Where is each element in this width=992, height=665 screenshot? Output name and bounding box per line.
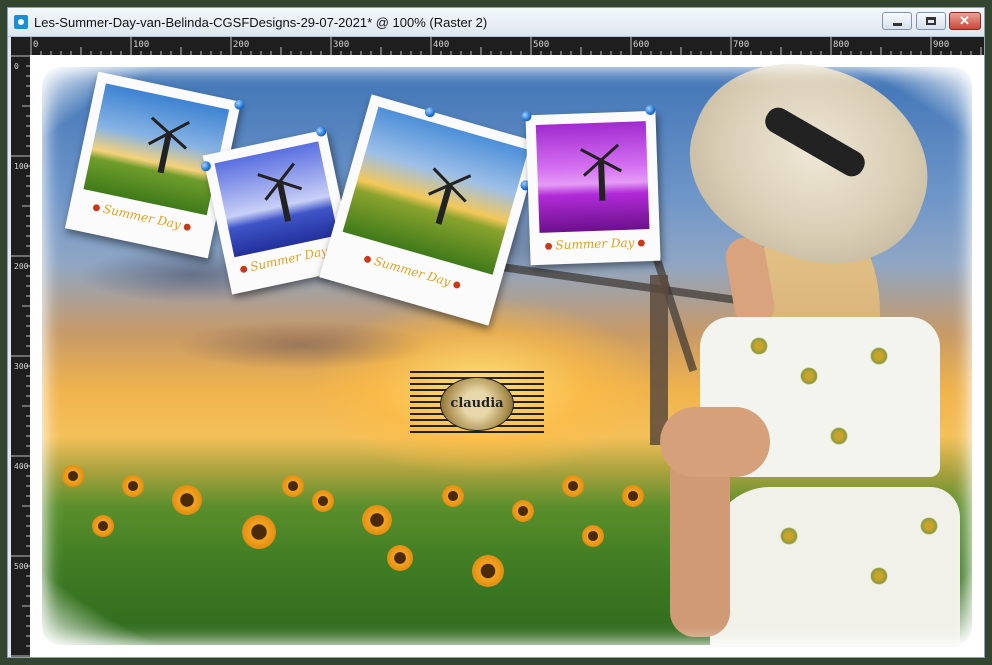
- document-window: Les-Summer-Day-van-Belinda-CGSFDesigns-2…: [7, 7, 985, 658]
- woman-in-straw-hat: [660, 55, 960, 647]
- title-bar[interactable]: Les-Summer-Day-van-Belinda-CGSFDesigns-2…: [8, 8, 984, 37]
- floral-motif: [870, 567, 888, 585]
- ruler-top-label: 400: [433, 40, 449, 50]
- vertical-ruler[interactable]: 0 100 200 300 400 500: [11, 55, 30, 657]
- windmill-icon: [147, 116, 190, 175]
- image-canvas[interactable]: Summer Day Summer Day Summer Day: [30, 55, 984, 657]
- windmill-icon: [580, 143, 623, 201]
- ruler-top-label: 100: [133, 40, 149, 50]
- knee: [660, 407, 770, 477]
- sunflower: [312, 490, 334, 512]
- sunflower: [92, 515, 114, 537]
- watermark-badge: claudia: [440, 377, 514, 431]
- floral-motif: [750, 337, 768, 355]
- ruler-top-label: 0: [33, 40, 38, 50]
- ruler-corner: [11, 37, 30, 55]
- windmill-photo-magenta: [535, 121, 650, 233]
- straw-hat: [664, 55, 956, 293]
- sunflower: [122, 475, 144, 497]
- ruler-top-label: 900: [933, 40, 949, 50]
- polaroid-photo: Summer Day: [521, 104, 661, 266]
- maximize-icon: [926, 17, 936, 25]
- sunflower: [172, 485, 202, 515]
- floral-motif: [800, 367, 818, 385]
- sunflower-field: [42, 445, 722, 645]
- sunflower: [442, 485, 464, 507]
- sunflower: [282, 475, 304, 497]
- sunflower: [562, 475, 584, 497]
- close-icon: ✕: [959, 13, 970, 28]
- horizontal-ruler-ticks: 0 100 200 300 400 500 600 700 800 900: [30, 37, 982, 55]
- maximize-button[interactable]: [916, 12, 946, 30]
- close-button[interactable]: ✕: [949, 12, 981, 30]
- windmill-tower: [650, 275, 668, 445]
- windmill-icon: [257, 162, 303, 223]
- ruler-left-label: 100: [14, 162, 29, 171]
- desktop-frame: Les-Summer-Day-van-Belinda-CGSFDesigns-2…: [0, 0, 992, 665]
- ruler-top-label: 300: [333, 40, 349, 50]
- app-icon: [14, 15, 28, 29]
- windmill-photo: [83, 83, 230, 216]
- photo-caption: Summer Day: [530, 235, 660, 254]
- windmill-photo: [342, 106, 529, 275]
- windmill-icon: [428, 167, 472, 227]
- ruler-left-label: 0: [14, 62, 19, 71]
- floral-motif: [780, 527, 798, 545]
- ruler-top-label: 800: [833, 40, 849, 50]
- sunflower: [242, 515, 276, 549]
- watermark-logo: claudia: [410, 371, 544, 435]
- ruler-top-label: 200: [233, 40, 249, 50]
- ruler-left-label: 300: [14, 362, 29, 371]
- horizontal-ruler[interactable]: 0 100 200 300 400 500 600 700 800 900: [30, 37, 984, 55]
- ruler-left-label: 500: [14, 562, 29, 571]
- ruler-top-label: 500: [533, 40, 549, 50]
- window-title: Les-Summer-Day-van-Belinda-CGSFDesigns-2…: [34, 15, 488, 30]
- ruler-left-label: 400: [14, 462, 29, 471]
- minimize-button[interactable]: [882, 12, 912, 30]
- sunflower: [512, 500, 534, 522]
- ruler-left-label: 200: [14, 262, 29, 271]
- floral-skirt: [710, 487, 960, 647]
- sunflower: [582, 525, 604, 547]
- windmill-photo-blue: [214, 141, 339, 258]
- vertical-ruler-ticks: 0 100 200 300 400 500: [11, 55, 30, 657]
- pin-icon: [521, 111, 532, 122]
- sunflower: [62, 465, 84, 487]
- floral-motif: [830, 427, 848, 445]
- sunflower: [622, 485, 644, 507]
- sunflower: [472, 555, 504, 587]
- ruler-top-label: 600: [633, 40, 649, 50]
- floral-motif: [920, 517, 938, 535]
- floral-motif: [870, 347, 888, 365]
- sunflower: [362, 505, 392, 535]
- pin-icon: [645, 104, 656, 116]
- sunflower: [387, 545, 413, 571]
- minimize-icon: [893, 23, 902, 26]
- ruler-top-label: 700: [733, 40, 749, 50]
- watermark-text: claudia: [450, 396, 504, 411]
